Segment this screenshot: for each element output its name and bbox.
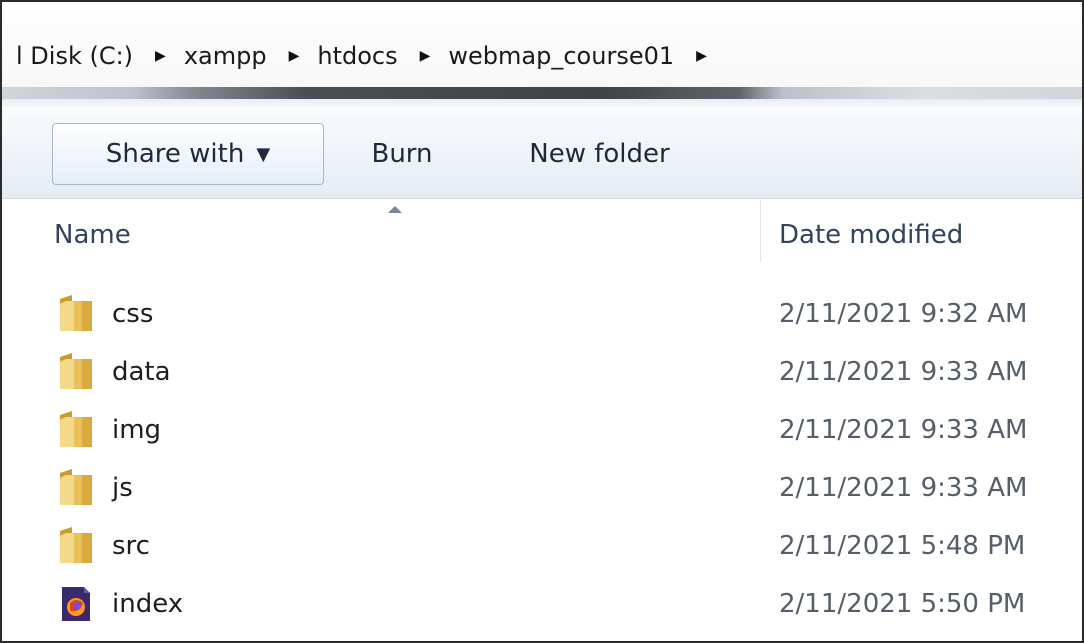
explorer-window: l Disk (C:) ▶ xampp ▶ htdocs ▶ webmap_co…: [0, 0, 1084, 643]
new-folder-button[interactable]: New folder: [507, 123, 692, 185]
file-name: js: [112, 473, 133, 503]
share-with-button[interactable]: Share with ▼: [52, 123, 324, 185]
file-name: css: [112, 299, 154, 329]
breadcrumb: l Disk (C:) ▶ xampp ▶ htdocs ▶ webmap_co…: [12, 42, 721, 70]
breadcrumb-item-htdocs[interactable]: htdocs: [313, 42, 401, 70]
burn-label: Burn: [371, 139, 433, 169]
sort-ascending-icon: [388, 206, 402, 213]
file-row-src[interactable]: src 2/11/2021 5:48 PM: [2, 519, 1082, 577]
file-date-modified: 2/11/2021 9:33 AM: [779, 415, 1028, 445]
file-row-css[interactable]: css 2/11/2021 9:32 AM: [2, 287, 1082, 345]
folder-icon: [56, 409, 96, 449]
file-row-data[interactable]: data 2/11/2021 9:33 AM: [2, 345, 1082, 403]
file-name: src: [112, 531, 150, 561]
folder-icon: [56, 351, 96, 391]
file-date-modified: 2/11/2021 5:48 PM: [779, 531, 1026, 561]
breadcrumb-arrow-icon[interactable]: ▶: [137, 48, 180, 64]
firefox-html-icon: [56, 583, 96, 623]
chevron-down-icon: ▼: [256, 143, 271, 165]
file-date-modified: 2/11/2021 5:50 PM: [779, 589, 1026, 619]
burn-button[interactable]: Burn: [357, 123, 447, 185]
file-name: index: [112, 589, 184, 619]
folder-icon: [56, 525, 96, 565]
file-name: img: [112, 415, 162, 445]
breadcrumb-arrow-icon[interactable]: ▶: [678, 48, 721, 64]
column-header-name[interactable]: Name: [54, 220, 131, 250]
folder-icon: [56, 293, 96, 333]
file-row-img[interactable]: img 2/11/2021 9:33 AM: [2, 403, 1082, 461]
column-divider[interactable]: [760, 200, 761, 262]
column-header-row: Name Date modified: [2, 200, 1082, 272]
breadcrumb-arrow-icon[interactable]: ▶: [402, 48, 445, 64]
command-toolbar: Share with ▼ Burn New folder: [2, 107, 1082, 199]
breadcrumb-item-xampp[interactable]: xampp: [180, 42, 271, 70]
breadcrumb-item-drive[interactable]: l Disk (C:): [12, 42, 137, 70]
file-date-modified: 2/11/2021 9:33 AM: [779, 357, 1028, 387]
file-name: data: [112, 357, 171, 387]
new-folder-label: New folder: [529, 139, 670, 169]
breadcrumb-arrow-icon[interactable]: ▶: [271, 48, 314, 64]
file-date-modified: 2/11/2021 9:32 AM: [779, 299, 1028, 329]
address-bar-border: [2, 87, 1082, 99]
file-row-js[interactable]: js 2/11/2021 9:33 AM: [2, 461, 1082, 519]
file-row-index[interactable]: index 2/11/2021 5:50 PM: [2, 577, 1082, 635]
file-date-modified: 2/11/2021 9:33 AM: [779, 473, 1028, 503]
breadcrumb-item-webmap-course01[interactable]: webmap_course01: [444, 42, 678, 70]
address-bar-shadow: [2, 99, 1082, 107]
share-with-label: Share with: [105, 139, 245, 169]
address-bar[interactable]: l Disk (C:) ▶ xampp ▶ htdocs ▶ webmap_co…: [2, 2, 1082, 87]
folder-icon: [56, 467, 96, 507]
column-header-date-modified[interactable]: Date modified: [779, 220, 963, 250]
